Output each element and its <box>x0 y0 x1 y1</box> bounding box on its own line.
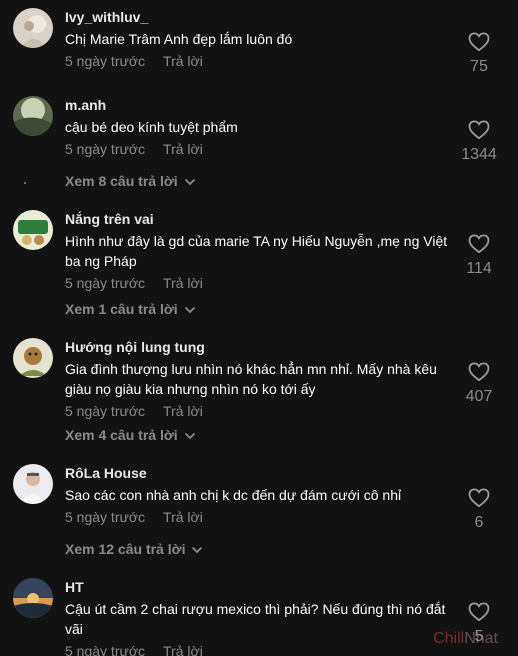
heart-outline-icon <box>468 362 490 382</box>
comment-text: Sao các con nhà anh chị k dc đến dự đám … <box>65 487 402 503</box>
avatar[interactable] <box>13 8 53 48</box>
comment-time: 5 ngày trước <box>65 643 146 656</box>
like-count: 114 <box>466 260 492 277</box>
view-replies-label: Xem 4 câu trả lời <box>65 427 178 443</box>
comment-list: Ivy_withluv_ Chị Marie Trâm Anh đẹp lắm … <box>0 0 518 656</box>
comment-time: 5 ngày trước <box>65 509 146 525</box>
comment-username[interactable]: Hướng nội lung tung <box>65 338 455 356</box>
reply-button[interactable]: Trả lời <box>163 53 203 69</box>
like-count: 75 <box>470 58 488 75</box>
chevron-down-icon <box>184 433 195 440</box>
reply-button[interactable]: Trả lời <box>163 643 203 656</box>
like-button[interactable]: 114 <box>454 234 504 278</box>
like-button[interactable]: 75 <box>454 32 504 76</box>
comment-time: 5 ngày trước <box>65 141 146 157</box>
chevron-down-icon <box>192 547 203 554</box>
avatar[interactable] <box>13 578 53 618</box>
avatar[interactable] <box>13 210 53 250</box>
heart-outline-icon <box>468 120 490 140</box>
comment-username[interactable]: Ivy_withluv_ <box>65 8 455 26</box>
heart-outline-icon <box>468 32 490 52</box>
reply-button[interactable]: Trả lời <box>163 509 203 525</box>
view-replies-button[interactable]: Xem 12 câu trả lời <box>65 540 203 558</box>
watermark: ChillNhat <box>433 630 498 647</box>
view-replies-button[interactable]: Xem 8 câu trả lời <box>65 172 196 190</box>
comment-text: Cậu út cầm 2 chai rượu mexico thì phải? … <box>65 601 446 637</box>
comment-text: Gia đình thượng lưu nhìn nó khác hẳn mn … <box>65 361 437 397</box>
like-button[interactable]: 6 <box>454 488 504 532</box>
heart-outline-icon <box>468 234 490 254</box>
comment-username[interactable]: Nắng trên vai <box>65 210 455 228</box>
reply-button[interactable]: Trả lời <box>163 275 203 291</box>
comment-text: Chị Marie Trâm Anh đẹp lắm luôn đó <box>65 31 293 47</box>
reply-button[interactable]: Trả lời <box>163 141 203 157</box>
like-button[interactable]: 407 <box>454 362 504 406</box>
avatar[interactable] <box>13 338 53 378</box>
heart-outline-icon <box>468 488 490 508</box>
like-count: 1344 <box>461 146 497 163</box>
heart-outline-icon <box>468 602 490 622</box>
view-replies-label: Xem 1 câu trả lời <box>65 301 178 317</box>
comment-username[interactable]: m.anh <box>65 96 455 114</box>
like-button[interactable]: 1344 <box>454 120 504 164</box>
chevron-down-icon <box>184 179 195 186</box>
chevron-down-icon <box>184 307 195 314</box>
comment-username[interactable]: RôLa House <box>65 464 455 482</box>
reply-button[interactable]: Trả lời <box>163 403 203 419</box>
avatar[interactable] <box>13 96 53 136</box>
like-count: 6 <box>474 514 484 531</box>
view-replies-button[interactable]: Xem 1 câu trả lời <box>65 300 196 318</box>
comment-text: cậu bé deo kính tuyệt phẩm <box>65 119 238 135</box>
comment-text: Hình như đây là gd của marie TA ny Hiếu … <box>65 233 448 269</box>
view-replies-button[interactable]: Xem 4 câu trả lời <box>65 426 196 444</box>
divider-dot <box>24 182 26 184</box>
comment-username[interactable]: HT <box>65 578 455 596</box>
comment-time: 5 ngày trước <box>65 53 146 69</box>
comment-time: 5 ngày trước <box>65 403 146 419</box>
avatar[interactable] <box>13 464 53 504</box>
view-replies-label: Xem 8 câu trả lời <box>65 173 178 189</box>
like-count: 407 <box>465 388 493 405</box>
view-replies-label: Xem 12 câu trả lời <box>65 541 186 557</box>
comment-time: 5 ngày trước <box>65 275 146 291</box>
